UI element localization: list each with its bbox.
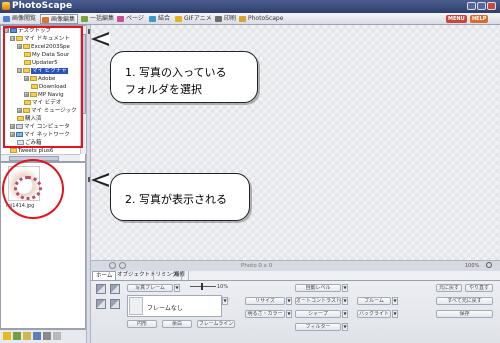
shape-icon[interactable] (110, 284, 120, 294)
tab-photoscape-label: PhotoScape (248, 15, 284, 22)
round-button[interactable]: 円形 (127, 320, 157, 328)
sharpen-button[interactable]: シャープ (295, 310, 341, 318)
canvas-status-bar: Photo 0 x 0 100% (91, 260, 500, 271)
tab-photoscape[interactable]: PhotoScape (238, 14, 285, 24)
tab-combine[interactable]: 結合 (148, 14, 172, 24)
callout-1-line-2: フォルダを選択 (125, 83, 202, 96)
zoom-level: 100% (465, 263, 480, 269)
splitter-arrow-icon[interactable] (88, 177, 90, 182)
rotate-icon[interactable] (13, 332, 21, 340)
help-badge[interactable]: HELP (470, 15, 489, 23)
frame-line-button[interactable]: フレームライン (197, 320, 235, 328)
tab-viewer[interactable]: 画像閲覧 (2, 14, 38, 24)
main-toolbar: 画像閲覧 画像編集 一括編集 ページ 結合 GIFアニメ 印刷 PhotoSca… (0, 13, 500, 25)
star-icon[interactable] (3, 332, 11, 340)
save-button[interactable]: 保存 (436, 310, 493, 318)
tab-gif[interactable]: GIFアニメ (174, 14, 214, 24)
tab-page-label: ページ (126, 15, 144, 22)
callout-2: 2. 写真が表示される (110, 173, 250, 221)
margin-button[interactable]: 余白 (162, 320, 192, 328)
view-icon[interactable] (33, 332, 41, 340)
close-button[interactable] (487, 2, 496, 10)
frame-size-knob[interactable] (201, 283, 203, 290)
brightness-color-button[interactable]: 明るさ・カラー (245, 310, 285, 318)
tab-page[interactable]: ページ (116, 14, 146, 24)
photo-frame-dropdown[interactable]: ▼ (174, 284, 180, 292)
tab-editor[interactable]: 画像編集 (40, 14, 79, 24)
filter-button[interactable]: フィルター (295, 323, 341, 331)
callout-1-pointer-fill (96, 34, 110, 44)
bloom-button[interactable]: ブルーム (357, 297, 391, 305)
frame-size-value: 10% (217, 284, 229, 290)
zoom-in-icon[interactable] (486, 262, 492, 268)
auto-contrast-dropdown[interactable]: ▼ (342, 297, 348, 305)
frame-name: フレームなし (147, 305, 183, 312)
page-icon (117, 16, 124, 22)
gif-icon (175, 16, 182, 22)
batch-icon (81, 16, 88, 22)
rotate-left-icon[interactable] (109, 262, 116, 269)
folder-icon (10, 148, 17, 153)
grid-icon[interactable] (53, 332, 61, 340)
favorite-star-icon[interactable]: ☆ (226, 297, 230, 303)
photo-frame-button[interactable]: 写真フレーム (127, 284, 173, 292)
editor-tab-bar: ホーム オブジェクト トリミング 補修 (91, 271, 500, 280)
redo-button[interactable]: やり直す (465, 284, 493, 292)
auto-level-button[interactable]: 自動レベル (295, 284, 341, 292)
tab-print-label: 印刷 (224, 15, 237, 22)
undo-all-button[interactable]: すべて元に戻す (436, 297, 493, 305)
frame-size-slider[interactable] (190, 286, 216, 287)
photo-size-label: Photo 0 x 0 (241, 263, 273, 269)
tab-gif-label: GIFアニメ (184, 15, 212, 22)
photoscape-icon (239, 16, 246, 22)
resize-dropdown[interactable]: ▼ (286, 297, 292, 305)
callout-1: 1. 写真の入っている フォルダを選択 (110, 51, 258, 103)
backlight-dropdown[interactable]: ▼ (392, 310, 398, 318)
brightness-dropdown[interactable]: ▼ (286, 310, 292, 318)
tab-print[interactable]: 印刷 (214, 14, 238, 24)
viewer-icon (3, 16, 10, 22)
border-icon[interactable] (110, 299, 120, 309)
window-title: PhotoScape (12, 1, 73, 11)
folder-icon[interactable] (23, 332, 31, 340)
tab-viewer-label: 画像閲覧 (12, 15, 37, 22)
image-canvas[interactable]: 1. 写真の入っている フォルダを選択 2. 写真が表示される (91, 25, 500, 260)
undo-button[interactable]: 元に戻す (436, 284, 462, 292)
menu-badge[interactable]: MENU (446, 15, 467, 23)
callout-2-line-1: 2. 写真が表示される (125, 193, 227, 206)
tab-editor-label: 画像編集 (51, 16, 76, 23)
folder-highlight-box (3, 26, 83, 148)
minimize-button[interactable] (467, 2, 476, 10)
thumbnail-toolbar (0, 329, 86, 343)
tree-item-tweets[interactable]: Tweets plus6 (10, 147, 80, 154)
crop-icon[interactable] (96, 284, 106, 294)
callout-2-pointer-fill (96, 175, 110, 185)
title-bar: PhotoScape (0, 0, 500, 13)
rotate-right-icon[interactable] (119, 262, 126, 269)
tab-combine-label: 結合 (158, 15, 171, 22)
list-icon[interactable] (43, 332, 51, 340)
filter-dropdown[interactable]: ▼ (342, 323, 348, 331)
tab-batch-label: 一括編集 (90, 15, 115, 22)
backlight-button[interactable]: バックライト (357, 310, 391, 318)
splitter-grip (88, 29, 90, 34)
sharpen-dropdown[interactable]: ▼ (342, 310, 348, 318)
auto-level-dropdown[interactable]: ▼ (342, 284, 348, 292)
frame-thumbnail (129, 297, 143, 315)
combine-icon (149, 16, 156, 22)
bloom-dropdown[interactable]: ▼ (392, 297, 398, 305)
editor-icon (42, 17, 49, 23)
frame-icon[interactable] (96, 299, 106, 309)
photoscape-logo-icon (2, 2, 10, 10)
tab-home[interactable]: ホーム (92, 271, 117, 280)
print-icon (215, 16, 222, 22)
maximize-button[interactable] (477, 2, 486, 10)
auto-contrast-button[interactable]: オートコントラスト (295, 297, 341, 305)
thumbnail-highlight-oval (2, 159, 64, 219)
resize-button[interactable]: リサイズ (245, 297, 285, 305)
callout-1-line-1: 1. 写真の入っている (125, 66, 227, 79)
tab-repair[interactable]: 補修 (171, 271, 190, 280)
tab-batch[interactable]: 一括編集 (80, 14, 116, 24)
